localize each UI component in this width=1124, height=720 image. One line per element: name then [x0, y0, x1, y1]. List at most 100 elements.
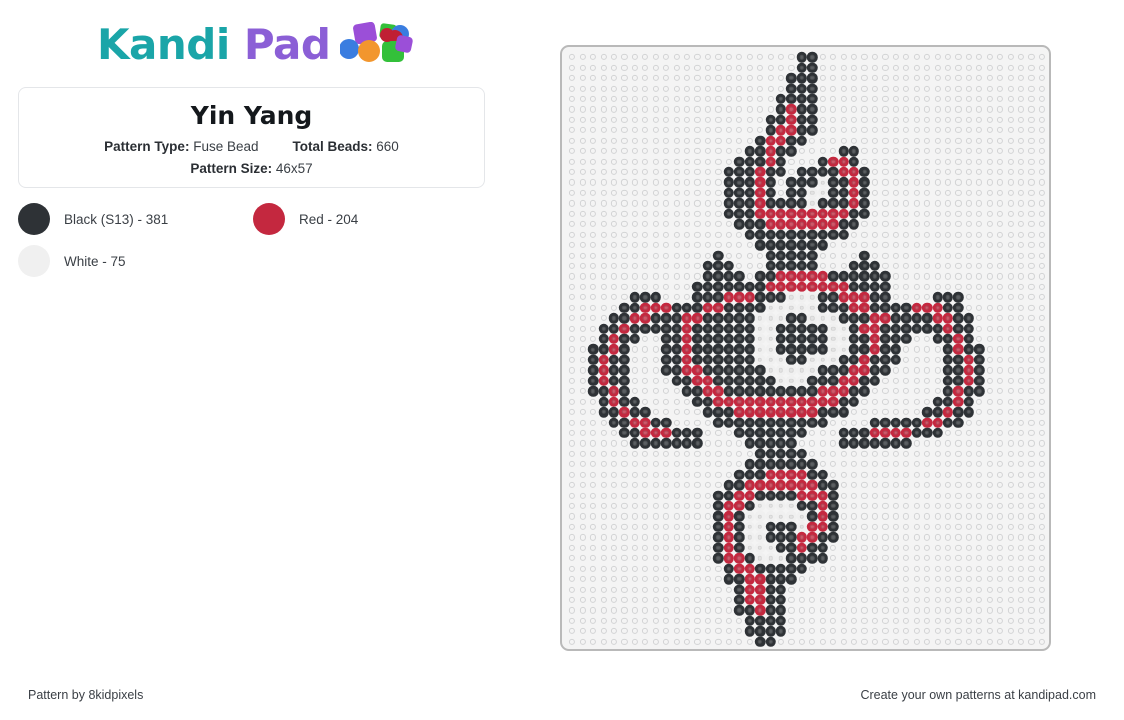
peg[interactable]: [901, 626, 911, 636]
peg[interactable]: [630, 616, 640, 626]
peg[interactable]: [911, 355, 921, 365]
peg[interactable]: [671, 480, 681, 490]
peg[interactable]: [588, 616, 598, 626]
peg[interactable]: [964, 584, 974, 594]
peg[interactable]: [1005, 73, 1015, 83]
bead[interactable]: [734, 532, 745, 543]
peg[interactable]: [849, 83, 859, 93]
bead[interactable]: [754, 292, 766, 303]
bead[interactable]: [775, 490, 787, 501]
peg[interactable]: [671, 229, 681, 239]
bead[interactable]: [859, 208, 870, 219]
peg[interactable]: [567, 459, 577, 469]
peg[interactable]: [943, 637, 953, 647]
bead[interactable]: [598, 344, 609, 355]
peg[interactable]: [870, 198, 880, 208]
bead[interactable]: [734, 312, 745, 324]
peg[interactable]: [630, 595, 640, 605]
peg[interactable]: [932, 386, 942, 396]
peg[interactable]: [1037, 490, 1047, 500]
peg[interactable]: [734, 146, 744, 156]
bead[interactable]: [786, 187, 797, 199]
peg[interactable]: [1005, 282, 1015, 292]
bead[interactable]: [650, 417, 661, 428]
bead[interactable]: [796, 312, 808, 324]
bead[interactable]: [932, 417, 943, 428]
bead[interactable]: [765, 219, 776, 230]
peg[interactable]: [1016, 146, 1026, 156]
bead[interactable]: [848, 427, 860, 439]
bead[interactable]: [734, 469, 745, 480]
peg[interactable]: [577, 261, 587, 271]
bead[interactable]: [807, 177, 818, 188]
bead[interactable]: [671, 365, 682, 376]
peg[interactable]: [1016, 470, 1026, 480]
bead[interactable]: [953, 302, 964, 313]
peg[interactable]: [682, 73, 692, 83]
peg[interactable]: [609, 511, 619, 521]
peg[interactable]: [964, 501, 974, 511]
peg[interactable]: [661, 522, 671, 532]
peg[interactable]: [619, 177, 629, 187]
peg[interactable]: [661, 553, 671, 563]
bead[interactable]: [848, 302, 860, 313]
peg[interactable]: [849, 511, 859, 521]
peg[interactable]: [797, 595, 807, 605]
peg[interactable]: [776, 188, 786, 198]
peg[interactable]: [1037, 595, 1047, 605]
peg[interactable]: [765, 83, 775, 93]
bead[interactable]: [744, 490, 755, 501]
peg[interactable]: [901, 616, 911, 626]
peg[interactable]: [932, 365, 942, 375]
peg[interactable]: [901, 104, 911, 114]
peg[interactable]: [671, 459, 681, 469]
bead[interactable]: [598, 365, 609, 376]
peg[interactable]: [953, 209, 963, 219]
peg[interactable]: [640, 104, 650, 114]
peg[interactable]: [1037, 637, 1047, 647]
bead[interactable]: [932, 302, 943, 313]
peg[interactable]: [609, 83, 619, 93]
peg[interactable]: [588, 250, 598, 260]
bead[interactable]: [744, 198, 755, 209]
peg[interactable]: [640, 616, 650, 626]
bead[interactable]: [796, 479, 808, 491]
peg[interactable]: [1016, 584, 1026, 594]
peg[interactable]: [692, 595, 702, 605]
bead[interactable]: [587, 354, 599, 366]
peg[interactable]: [724, 156, 734, 166]
peg[interactable]: [985, 177, 995, 187]
peg[interactable]: [724, 52, 734, 62]
bead[interactable]: [848, 260, 860, 272]
peg[interactable]: [577, 355, 587, 365]
peg[interactable]: [974, 209, 984, 219]
peg[interactable]: [974, 250, 984, 260]
bead[interactable]: [754, 365, 766, 376]
peg[interactable]: [870, 250, 880, 260]
bead[interactable]: [807, 229, 818, 240]
peg[interactable]: [598, 532, 608, 542]
bead[interactable]: [692, 302, 703, 313]
peg[interactable]: [692, 73, 702, 83]
peg[interactable]: [1037, 480, 1047, 490]
peg[interactable]: [682, 219, 692, 229]
bead[interactable]: [859, 344, 870, 355]
peg[interactable]: [765, 94, 775, 104]
bead[interactable]: [807, 406, 818, 418]
peg[interactable]: [932, 73, 942, 83]
peg[interactable]: [922, 449, 932, 459]
bead[interactable]: [744, 365, 755, 376]
bead[interactable]: [932, 292, 943, 303]
peg[interactable]: [985, 626, 995, 636]
peg[interactable]: [943, 209, 953, 219]
bead[interactable]: [817, 156, 828, 167]
peg[interactable]: [651, 532, 661, 542]
peg[interactable]: [1037, 344, 1047, 354]
bead[interactable]: [598, 354, 609, 366]
peg[interactable]: [953, 83, 963, 93]
peg[interactable]: [661, 219, 671, 229]
bead[interactable]: [786, 333, 797, 345]
peg[interactable]: [922, 553, 932, 563]
peg[interactable]: [567, 94, 577, 104]
peg[interactable]: [640, 115, 650, 125]
